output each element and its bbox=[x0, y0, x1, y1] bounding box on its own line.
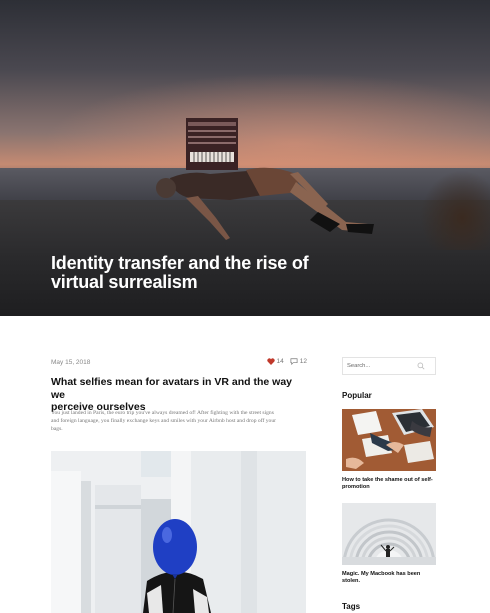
post-excerpt: You just landed in Paris, the euro trip … bbox=[51, 409, 307, 434]
post-title[interactable]: What selfies mean for avatars in VR and … bbox=[51, 376, 306, 414]
popular-caption-2[interactable]: Magic. My Macbook has been stolen. bbox=[342, 571, 436, 585]
post-meta: May 15, 2018 14 12 bbox=[51, 358, 307, 370]
excerpt-line-1: You just landed in Paris, the euro trip … bbox=[51, 410, 274, 416]
post-image[interactable] bbox=[51, 451, 306, 613]
popular-caption-1[interactable]: How to take the shame out of self- promo… bbox=[342, 477, 436, 491]
levitating-accordion-player-illustration bbox=[156, 118, 374, 240]
post-title-line-1[interactable]: What selfies mean for avatars in VR and … bbox=[51, 376, 306, 401]
excerpt-line-3: bags. bbox=[51, 426, 63, 433]
search-icon[interactable] bbox=[417, 362, 425, 370]
search-input[interactable] bbox=[347, 361, 417, 371]
comment-count: 12 bbox=[299, 358, 307, 365]
post-date: May 15, 2018 bbox=[51, 359, 91, 366]
comment-counter[interactable]: 12 bbox=[290, 358, 307, 365]
desk-laptop-illustration bbox=[342, 409, 436, 471]
post-stats: 14 12 bbox=[266, 358, 307, 365]
hero-title[interactable]: Identity transfer and the rise of virtua… bbox=[51, 254, 351, 292]
popular-caption-1-line-1[interactable]: How to take the shame out of self- bbox=[342, 477, 436, 484]
popular-caption-2-line-1[interactable]: Magic. My Macbook has been stolen. bbox=[342, 571, 436, 585]
popular-thumb-1[interactable] bbox=[342, 409, 436, 471]
tags-heading: Tags bbox=[342, 602, 361, 611]
hero-title-line-1[interactable]: Identity transfer and the rise of bbox=[51, 254, 351, 273]
popular-caption-1-line-2[interactable]: promotion bbox=[342, 484, 436, 491]
excerpt-line-2: and foreign language, you finally exchan… bbox=[51, 418, 276, 425]
arches-person-illustration bbox=[342, 503, 436, 565]
popular-heading: Popular bbox=[342, 391, 372, 400]
popular-thumb-2[interactable] bbox=[342, 503, 436, 565]
balloon-portrait-illustration bbox=[51, 451, 306, 613]
like-counter[interactable]: 14 bbox=[266, 358, 284, 365]
like-count: 14 bbox=[276, 358, 284, 365]
heart-icon bbox=[266, 358, 275, 365]
hero-banner[interactable]: Identity transfer and the rise of virtua… bbox=[0, 0, 490, 316]
hero-title-line-2[interactable]: virtual surrealism bbox=[51, 273, 351, 292]
comment-icon bbox=[290, 358, 298, 365]
bush bbox=[420, 170, 490, 250]
search-box[interactable] bbox=[342, 357, 436, 375]
